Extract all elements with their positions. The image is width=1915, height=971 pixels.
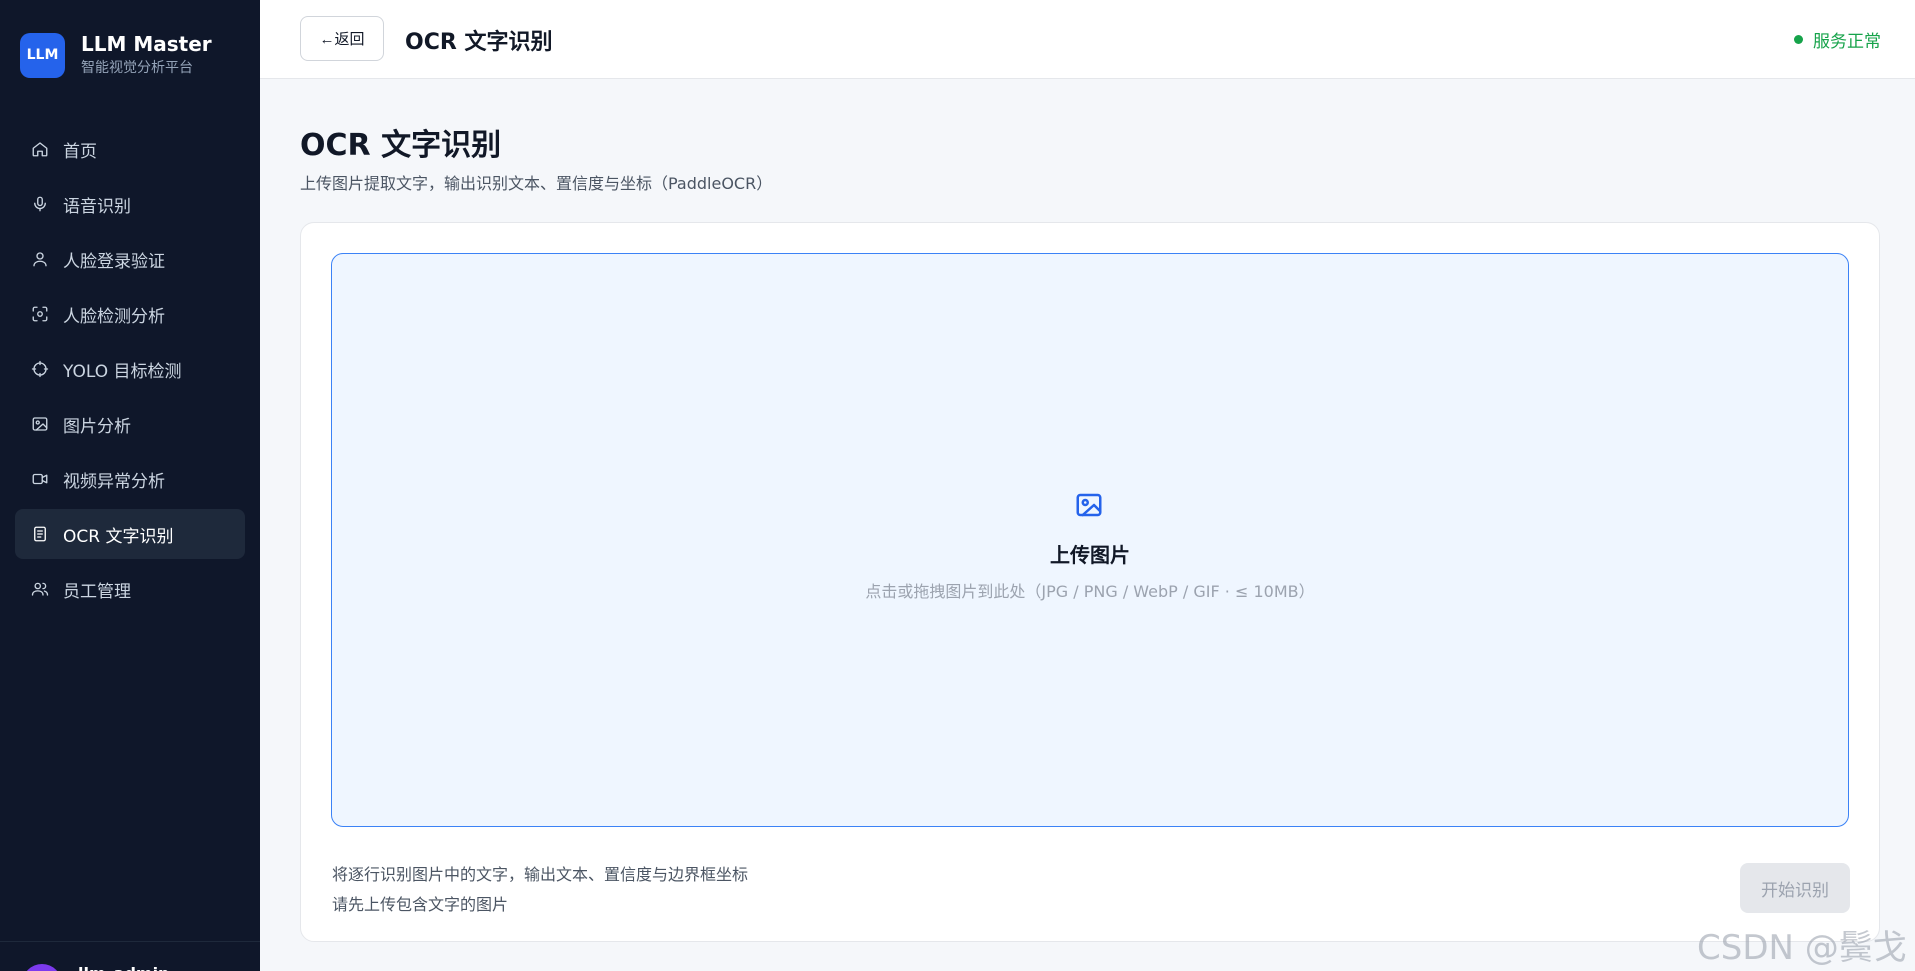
sidebar-item-face-detect[interactable]: 人脸检测分析 (15, 289, 245, 339)
user-name: llm_admin (78, 964, 169, 971)
back-button[interactable]: ←返回 (300, 16, 384, 61)
brand-name: LLM Master (81, 32, 212, 56)
sidebar-nav: 首页 语音识别 人脸登录验证 人脸检测分析 YOLO 目标检测 图片分析 视频异… (15, 124, 245, 619)
sidebar-item-label: 图片分析 (63, 416, 131, 437)
sidebar-item-label: YOLO 目标检测 (63, 361, 182, 382)
page-subtitle: 上传图片提取文字，输出识别文本、置信度与坐标（PaddleOCR） (300, 174, 773, 193)
status-dot-icon (1794, 35, 1803, 44)
upload-hint: 点击或拖拽图片到此处（JPG / PNG / WebP / GIF · ≤ 10… (865, 582, 1315, 601)
topbar: ←返回 OCR 文字识别 服务正常 (260, 0, 1915, 79)
brand-subtitle: 智能视觉分析平台 (81, 60, 193, 76)
face-scan-icon (31, 305, 49, 323)
page-title: OCR 文字识别 (300, 128, 502, 163)
upload-title: 上传图片 (1050, 543, 1130, 567)
status-badge: 服务正常 (1794, 27, 1881, 52)
user-icon (31, 250, 49, 268)
sidebar-item-speech[interactable]: 语音识别 (15, 179, 245, 229)
watermark: CSDN @鬓戈 (1697, 928, 1907, 968)
upload-dropzone[interactable]: 上传图片 点击或拖拽图片到此处（JPG / PNG / WebP / GIF ·… (331, 253, 1849, 827)
sidebar-item-label: OCR 文字识别 (63, 526, 174, 547)
document-icon (31, 525, 49, 543)
image-icon (31, 415, 49, 433)
sidebar-item-face-login[interactable]: 人脸登录验证 (15, 234, 245, 284)
sidebar-item-label: 人脸检测分析 (63, 306, 165, 327)
sidebar-item-video-anomaly[interactable]: 视频异常分析 (15, 454, 245, 504)
ocr-card: 上传图片 点击或拖拽图片到此处（JPG / PNG / WebP / GIF ·… (300, 222, 1880, 942)
microphone-icon (31, 195, 49, 213)
start-recognition-button[interactable]: 开始识别 (1740, 863, 1850, 913)
sidebar-item-yolo[interactable]: YOLO 目标检测 (15, 344, 245, 394)
status-text: 服务正常 (1813, 32, 1881, 52)
sidebar-item-ocr[interactable]: OCR 文字识别 (15, 509, 245, 559)
sidebar-item-label: 语音识别 (63, 196, 131, 217)
sidebar-item-label: 人脸登录验证 (63, 251, 165, 272)
users-icon (31, 580, 49, 598)
sidebar-item-home[interactable]: 首页 (15, 124, 245, 174)
brand-logo: LLM (20, 32, 65, 78)
crosshair-icon (31, 360, 49, 378)
sidebar: LLM LLM Master 智能视觉分析平台 首页 语音识别 人脸登录验证 人… (0, 0, 260, 971)
sidebar-item-image-analysis[interactable]: 图片分析 (15, 399, 245, 449)
info-text: 将逐行识别图片中的文字，输出文本、置信度与边界框坐标 (332, 865, 749, 884)
info-prompt: 请先上传包含文字的图片 (332, 895, 509, 914)
avatar[interactable] (22, 964, 62, 971)
sidebar-item-staff[interactable]: 员工管理 (15, 564, 245, 614)
image-upload-icon (1074, 490, 1104, 520)
sidebar-footer: llm_admin (0, 941, 260, 971)
brand[interactable]: LLM LLM Master 智能视觉分析平台 (20, 32, 212, 78)
topbar-title: OCR 文字识别 (405, 30, 553, 55)
video-icon (31, 470, 49, 488)
sidebar-item-label: 员工管理 (63, 581, 131, 602)
sidebar-item-label: 首页 (63, 141, 97, 162)
home-icon (31, 140, 49, 158)
sidebar-item-label: 视频异常分析 (63, 471, 165, 492)
